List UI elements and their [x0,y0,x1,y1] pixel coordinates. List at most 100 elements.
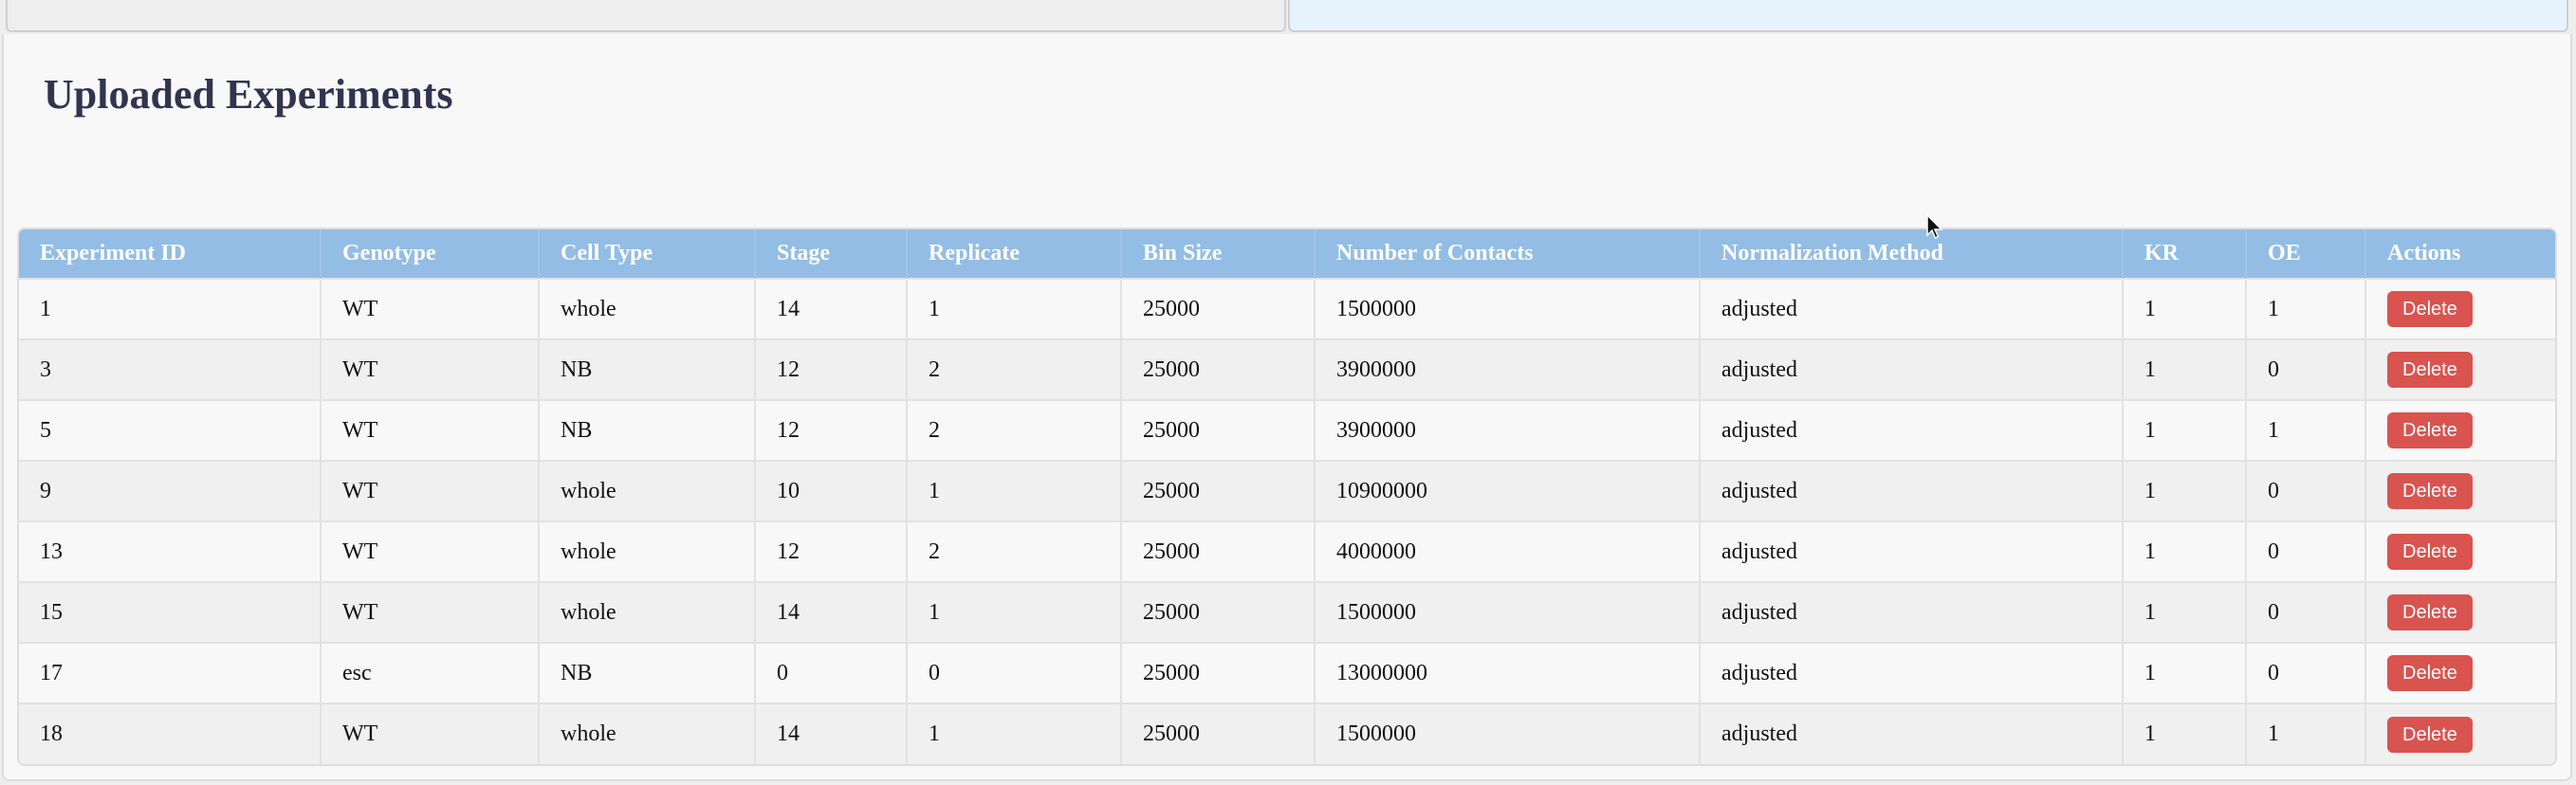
header-genotype: Genotype [321,229,540,279]
delete-button[interactable]: Delete [2387,473,2473,509]
table-body: 1 WT whole 14 1 25000 1500000 adjusted 1 1 Delete 3… [19,278,2555,764]
cell-genotype: WT [321,520,540,582]
cell-cell-type: NB [539,399,756,461]
cell-experiment-id: 3 [19,338,322,400]
cell-cell-type: whole [539,520,756,582]
cell-normalization-method: adjusted [1700,642,2124,703]
cell-number-of-contacts: 4000000 [1315,520,1701,582]
delete-button[interactable]: Delete [2387,291,2473,327]
cell-genotype: WT [321,460,540,521]
cell-normalization-method: adjusted [1700,460,2124,521]
cell-bin-size: 25000 [1121,399,1316,461]
header-stage: Stage [755,229,908,279]
table-row: 9 WT whole 10 1 25000 10900000 adjusted 1 0 Delete [19,460,2555,521]
cell-cell-type: NB [539,642,756,703]
cell-number-of-contacts: 10900000 [1315,460,1701,521]
header-replicate: Replicate [907,229,1122,279]
mouse-pointer-icon [1926,214,1943,240]
cell-normalization-method: adjusted [1700,399,2124,461]
cell-bin-size: 25000 [1121,520,1316,582]
delete-button[interactable]: Delete [2387,534,2473,570]
cell-genotype: WT [321,399,540,461]
cell-oe: 0 [2246,338,2366,400]
cell-oe: 0 [2246,520,2366,582]
cell-kr: 1 [2123,338,2247,400]
delete-button[interactable]: Delete [2387,655,2473,691]
cell-bin-size: 25000 [1121,460,1316,521]
table-header-row: Experiment ID Genotype Cell Type Stage R… [19,229,2555,279]
cell-genotype: WT [321,278,540,339]
cell-genotype: esc [321,642,540,703]
cell-oe: 1 [2246,399,2366,461]
cell-kr: 1 [2123,278,2247,339]
cell-oe: 0 [2246,581,2366,643]
cell-kr: 1 [2123,581,2247,643]
cell-normalization-method: adjusted [1700,703,2124,764]
cell-stage: 12 [755,338,908,400]
experiments-table-container: Experiment ID Genotype Cell Type Stage R… [17,228,2557,766]
cell-bin-size: 25000 [1121,642,1316,703]
header-normalization-method: Normalization Method [1700,229,2124,279]
cell-number-of-contacts: 1500000 [1315,703,1701,764]
cell-oe: 0 [2246,642,2366,703]
cell-replicate: 2 [907,520,1122,582]
cell-experiment-id: 17 [19,642,322,703]
cell-kr: 1 [2123,642,2247,703]
cell-genotype: WT [321,338,540,400]
cell-replicate: 1 [907,703,1122,764]
cell-actions: Delete [2365,338,2555,400]
cell-cell-type: whole [539,460,756,521]
cell-stage: 14 [755,581,908,643]
cell-bin-size: 25000 [1121,703,1316,764]
cell-stage: 14 [755,278,908,339]
delete-button[interactable]: Delete [2387,412,2473,448]
cell-kr: 1 [2123,520,2247,582]
top-left-panel [6,0,1286,32]
cell-normalization-method: adjusted [1700,338,2124,400]
table-row: 13 WT whole 12 2 25000 4000000 adjusted 1 0 Delete [19,520,2555,582]
cell-number-of-contacts: 1500000 [1315,581,1701,643]
delete-button[interactable]: Delete [2387,716,2473,753]
cell-number-of-contacts: 1500000 [1315,278,1701,339]
cell-cell-type: NB [539,338,756,400]
cell-experiment-id: 1 [19,278,322,339]
top-right-panel [1288,0,2568,32]
cell-genotype: WT [321,703,540,764]
cell-actions: Delete [2365,520,2555,582]
header-number-of-contacts: Number of Contacts [1315,229,1701,279]
cell-actions: Delete [2365,460,2555,521]
cell-experiment-id: 15 [19,581,322,643]
cell-bin-size: 25000 [1121,278,1316,339]
header-bin-size: Bin Size [1121,229,1316,279]
delete-button[interactable]: Delete [2387,352,2473,388]
cell-oe: 1 [2246,703,2366,764]
cell-replicate: 2 [907,399,1122,461]
cell-actions: Delete [2365,703,2555,764]
cell-stage: 14 [755,703,908,764]
cell-stage: 12 [755,520,908,582]
cell-actions: Delete [2365,278,2555,339]
cell-experiment-id: 18 [19,703,322,764]
cell-cell-type: whole [539,278,756,339]
cell-number-of-contacts: 3900000 [1315,338,1701,400]
cell-replicate: 2 [907,338,1122,400]
cell-kr: 1 [2123,460,2247,521]
table-row: 18 WT whole 14 1 25000 1500000 adjusted 1 1 Delete [19,703,2555,764]
header-oe: OE [2246,229,2366,279]
cell-actions: Delete [2365,642,2555,703]
table-row: 17 esc NB 0 0 25000 13000000 adjusted 1 0 Delete [19,642,2555,703]
delete-button[interactable]: Delete [2387,594,2473,630]
cell-number-of-contacts: 3900000 [1315,399,1701,461]
cell-replicate: 1 [907,460,1122,521]
cell-replicate: 1 [907,581,1122,643]
cell-kr: 1 [2123,703,2247,764]
cell-oe: 0 [2246,460,2366,521]
cell-cell-type: whole [539,581,756,643]
cell-kr: 1 [2123,399,2247,461]
cell-replicate: 0 [907,642,1122,703]
page-title: Uploaded Experiments [44,71,453,118]
cell-normalization-method: adjusted [1700,520,2124,582]
cell-number-of-contacts: 13000000 [1315,642,1701,703]
cell-bin-size: 25000 [1121,338,1316,400]
experiments-table: Experiment ID Genotype Cell Type Stage R… [19,229,2555,764]
